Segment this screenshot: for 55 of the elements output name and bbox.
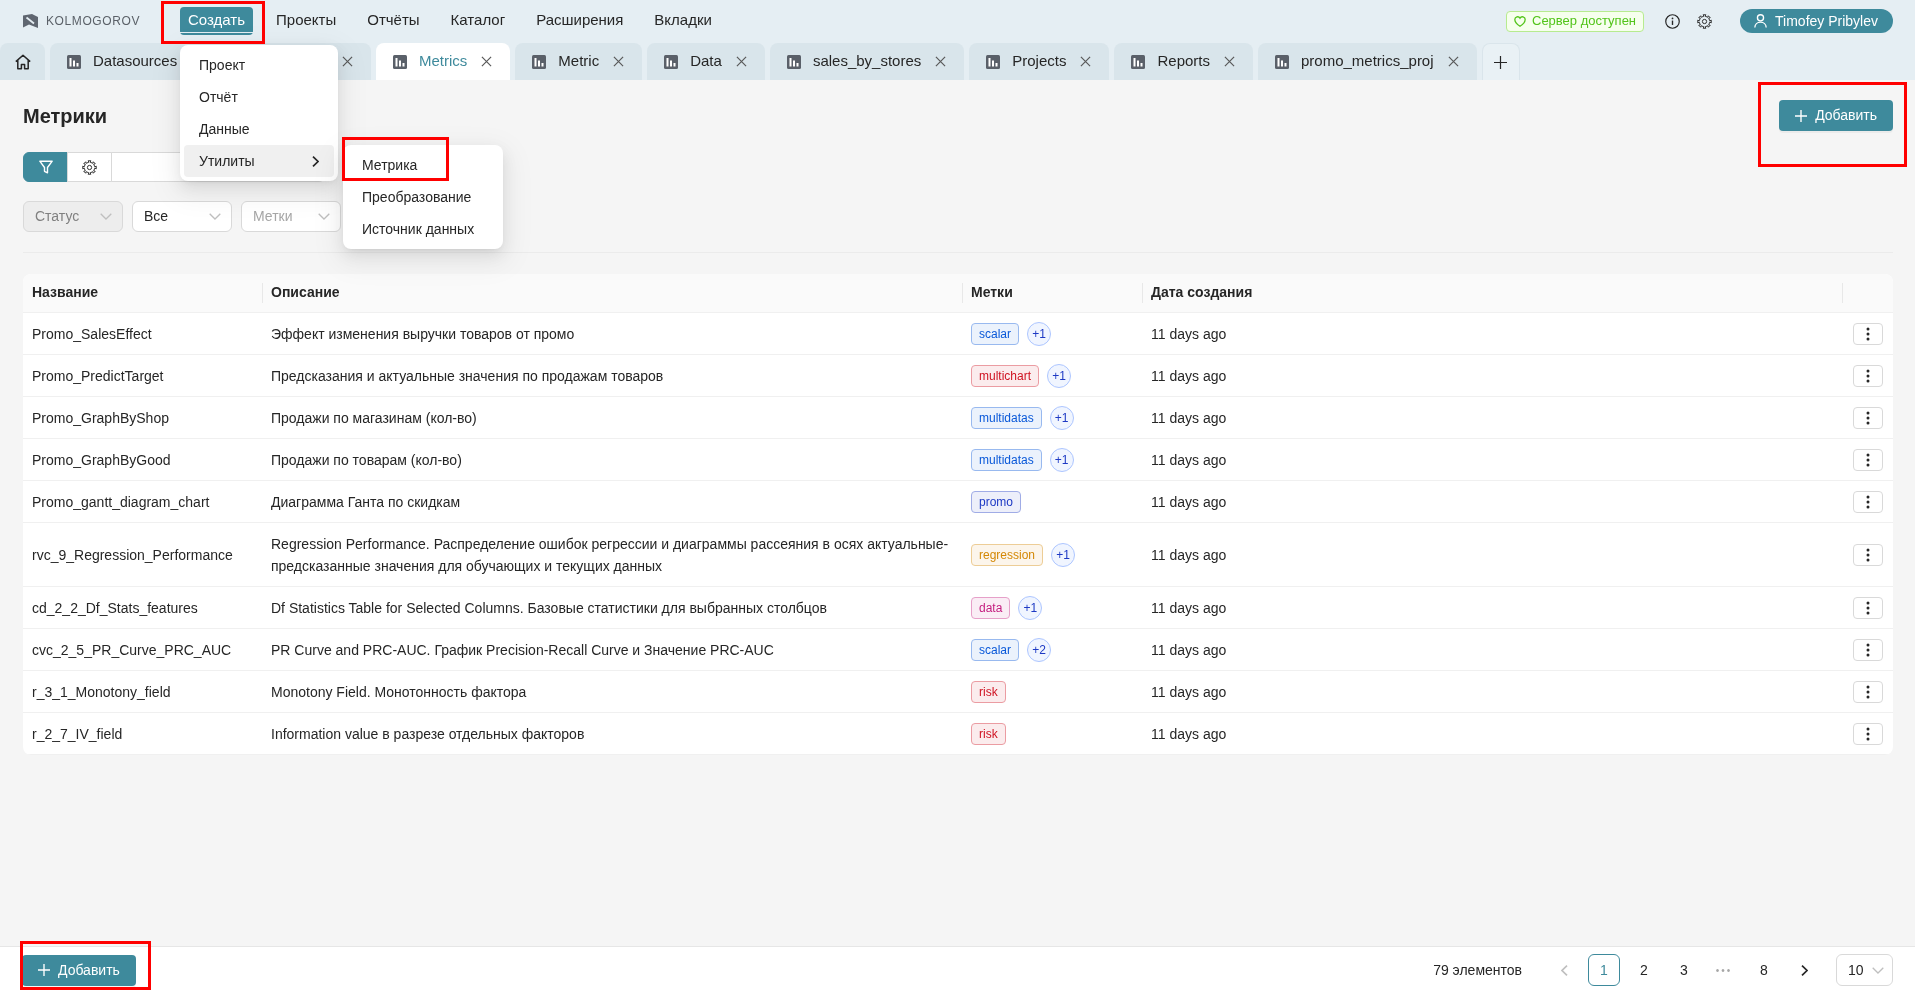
table-cell: Promo_PredictTarget — [23, 354, 262, 396]
table-cell: Regression Performance. Распределение ошибок регрессии и диаграммы рассеяния в осях актуальные-предсказанные значения для обучающих и текущих данных — [262, 522, 962, 586]
tag: multidatas — [971, 406, 1042, 429]
logo-text: KOLMOGOROV — [46, 13, 140, 30]
table-cell: 11 days ago — [1142, 354, 1842, 396]
more-tags-counter: +1 — [1049, 405, 1074, 430]
total-count: 79 элементов — [1433, 960, 1522, 980]
more-tags-counter: +1 — [1047, 363, 1071, 388]
table-cell: 11 days ago — [1142, 586, 1842, 628]
more-tags-counter: +1 — [1051, 542, 1076, 567]
table-cell: Promo_gantt_diagram_chart — [23, 480, 262, 522]
tag: scalar — [971, 322, 1019, 345]
tag: data — [971, 596, 1011, 619]
table-cell: PR Curve and PRC-AUC. График Precision-Recall Curve и Значение PRC-AUC — [262, 628, 962, 670]
table-cell: Диаграмма Ганта по скидкам — [262, 480, 962, 522]
column-header: Дата создания — [1142, 274, 1842, 312]
table-cell: Предсказания и актуальные значения по продажам товаров — [262, 354, 962, 396]
column-header: Метки — [962, 274, 1142, 312]
table-cell: Promo_SalesEffect — [23, 312, 262, 354]
tag: risk — [971, 680, 1006, 703]
table-cell: cd_2_2_Df_Stats_features — [23, 586, 262, 628]
tag: multichart — [971, 364, 1039, 387]
table-cell: 11 days ago — [1142, 712, 1842, 754]
more-tags-counter: +1 — [1049, 447, 1074, 472]
more-tags-counter: +2 — [1027, 637, 1051, 662]
tag: multidatas — [971, 448, 1042, 471]
more-tags-counter: +1 — [1018, 595, 1043, 620]
table-cell: Promo_GraphByGood — [23, 438, 262, 480]
tag: risk — [971, 722, 1006, 745]
table-cell: Продажи по товарам (кол-во) — [262, 438, 962, 480]
table-cell: r_2_7_IV_field — [23, 712, 262, 754]
column-header: Описание — [262, 274, 962, 312]
table-cell: Эффект изменения выручки товаров от промо — [262, 312, 962, 354]
table-cell: 11 days ago — [1142, 438, 1842, 480]
page-title: Метрики — [23, 103, 108, 129]
more-tags-counter: +1 — [1027, 321, 1051, 346]
table-cell: Monotony Field. Монотонность фактора — [262, 670, 962, 712]
table-cell: Продажи по магазинам (кол-во) — [262, 396, 962, 438]
table-cell: 11 days ago — [1142, 628, 1842, 670]
server-status-text: Сервер доступен — [1532, 12, 1637, 31]
column-header: Название — [23, 274, 262, 312]
table-cell: Df Statistics Table for Selected Columns. Базовые статистики для выбранных столбцов — [262, 586, 962, 628]
tag: scalar — [971, 638, 1019, 661]
table-cell: 11 days ago — [1142, 522, 1842, 586]
table-cell: r_3_1_Monotony_field — [23, 670, 262, 712]
table-cell: rvc_9_Regression_Performance — [23, 522, 262, 586]
table-cell: 11 days ago — [1142, 312, 1842, 354]
table-cell: Information value в разрезе отдельных факторов — [262, 712, 962, 754]
table-cell: 11 days ago — [1142, 670, 1842, 712]
table-cell: 11 days ago — [1142, 396, 1842, 438]
table-cell: 11 days ago — [1142, 480, 1842, 522]
table-cell: Promo_GraphByShop — [23, 396, 262, 438]
tag: regression — [971, 543, 1044, 566]
table-cell: cvc_2_5_PR_Curve_PRC_AUC — [23, 628, 262, 670]
tag: promo — [971, 490, 1021, 513]
